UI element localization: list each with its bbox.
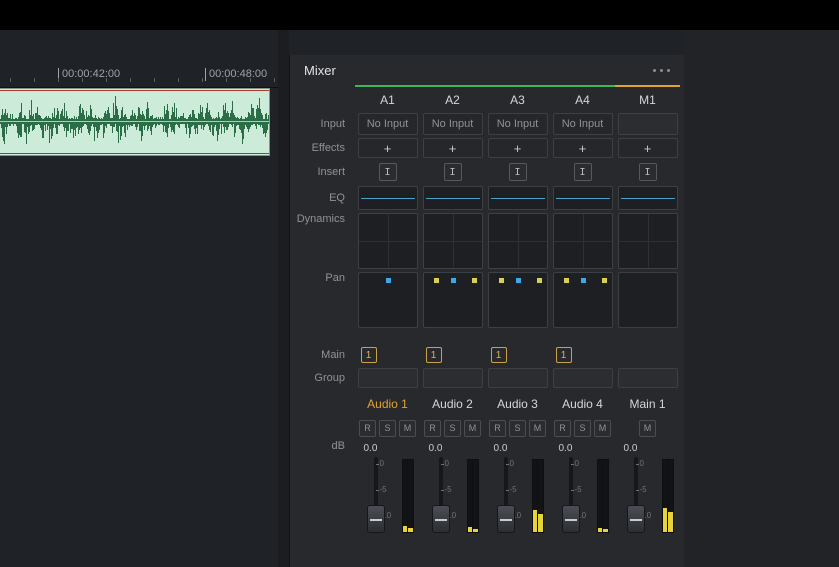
db-value: 0.0 [423,439,483,457]
group-assign[interactable] [618,368,678,388]
group-assign[interactable] [488,368,548,388]
mixer-row-labels: Input Effects Insert EQ Dynamics Pan Mai… [293,85,355,533]
level-meter [597,459,609,533]
solo-button[interactable]: S [574,420,591,437]
ruler-timecode: 00:00:42:00 [58,68,120,81]
db-value: 0.0 [488,439,548,457]
mixer-panel: Mixer Input Effects Insert EQ Dynamics P… [289,55,684,567]
eq-graph[interactable] [618,186,678,210]
channel-name: A2 [445,87,460,113]
fader-meter: 0-5-10 [358,457,418,533]
track-label[interactable]: Audio 1 [367,391,408,417]
channel-name: A4 [575,87,590,113]
dynamics-graph[interactable] [488,213,548,269]
fader-meter: 0-5-10 [618,457,678,533]
add-effect-button[interactable]: + [488,138,548,158]
timeline-panel[interactable]: 00:00:42:00 00:00:48:00 [0,30,278,567]
fader-handle[interactable] [432,505,450,533]
main-assign[interactable] [618,345,678,365]
add-effect-button[interactable]: + [553,138,613,158]
solo-button[interactable]: S [379,420,396,437]
db-value: 0.0 [618,439,678,457]
fader-handle[interactable] [367,505,385,533]
track-label[interactable]: Main 1 [629,391,665,417]
fader-handle[interactable] [627,505,645,533]
db-value: 0.0 [358,439,418,457]
insert-button[interactable]: I [379,163,397,181]
fader-meter: 0-5-10 [423,457,483,533]
pan-control[interactable] [553,272,613,328]
insert-button[interactable]: I [444,163,462,181]
input-select[interactable]: No Input [358,113,418,135]
pan-control[interactable] [488,272,548,328]
track-label[interactable]: Audio 3 [497,391,538,417]
pan-control[interactable] [358,272,418,328]
arm-record-button[interactable]: R [554,420,571,437]
main-assign[interactable]: 1 [553,345,613,365]
eq-graph[interactable] [358,186,418,210]
channel-name: A1 [380,87,395,113]
mute-button[interactable]: M [594,420,611,437]
add-effect-button[interactable]: + [618,138,678,158]
mixer-title: Mixer [304,63,336,78]
channel-strip-M1: M1 + I Main 1 M 0.00-5-10 [615,85,680,533]
channel-strip-A3: A3No Input + I 1 Audio 3 RSM 0.00-5-10 [485,85,550,533]
add-effect-button[interactable]: + [423,138,483,158]
timeline-ruler[interactable]: 00:00:42:00 00:00:48:00 [0,64,278,88]
input-select[interactable]: No Input [553,113,613,135]
audio-clip[interactable] [0,88,270,156]
insert-button[interactable]: I [509,163,527,181]
level-meter [402,459,414,533]
insert-button[interactable]: I [639,163,657,181]
dynamics-graph[interactable] [358,213,418,269]
channel-strip-A4: A4No Input + I 1 Audio 4 RSM 0.00-5-10 [550,85,615,533]
mute-button[interactable]: M [639,420,656,437]
group-assign[interactable] [553,368,613,388]
arm-record-button[interactable]: R [424,420,441,437]
channel-name: M1 [639,87,656,113]
eq-graph[interactable] [488,186,548,210]
arm-record-button[interactable]: R [359,420,376,437]
pan-control[interactable] [423,272,483,328]
eq-graph[interactable] [423,186,483,210]
fader-meter: 0-5-10 [553,457,613,533]
group-assign[interactable] [423,368,483,388]
main-assign[interactable]: 1 [488,345,548,365]
insert-button[interactable]: I [574,163,592,181]
track-label[interactable]: Audio 2 [432,391,473,417]
mute-button[interactable]: M [529,420,546,437]
level-meter [532,459,544,533]
solo-button[interactable]: S [444,420,461,437]
add-effect-button[interactable]: + [358,138,418,158]
track-label[interactable]: Audio 4 [562,391,603,417]
solo-button[interactable]: S [509,420,526,437]
dynamics-graph[interactable] [618,213,678,269]
mixer-options-icon[interactable] [653,69,670,72]
input-select[interactable]: No Input [423,113,483,135]
fader-handle[interactable] [562,505,580,533]
pan-control[interactable] [618,272,678,328]
channel-strip-A2: A2No Input + I 1 Audio 2 RSM 0.00-5-10 [420,85,485,533]
arm-record-button[interactable]: R [489,420,506,437]
dynamics-graph[interactable] [553,213,613,269]
main-assign[interactable]: 1 [358,345,418,365]
ruler-timecode: 00:00:48:00 [205,68,267,81]
input-select[interactable]: No Input [488,113,548,135]
level-meter [467,459,479,533]
db-value: 0.0 [553,439,613,457]
input-select[interactable] [618,113,678,135]
channel-strip-A1: A1No Input + I 1 Audio 1 RSM 0.00-5-10 [355,85,420,533]
level-meter [662,459,674,533]
fader-handle[interactable] [497,505,515,533]
dynamics-graph[interactable] [423,213,483,269]
main-assign[interactable]: 1 [423,345,483,365]
mute-button[interactable]: M [464,420,481,437]
channel-name: A3 [510,87,525,113]
group-assign[interactable] [358,368,418,388]
mute-button[interactable]: M [399,420,416,437]
fader-meter: 0-5-10 [488,457,548,533]
eq-graph[interactable] [553,186,613,210]
